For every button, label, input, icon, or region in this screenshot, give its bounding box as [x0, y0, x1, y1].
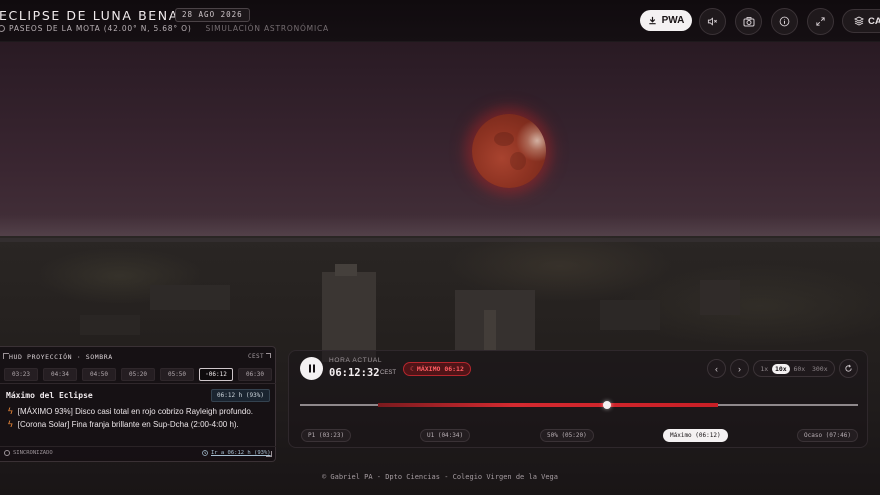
timeline-thumb[interactable]	[602, 401, 611, 409]
goto-link-text: Ir a 06:12 h (93%)	[211, 450, 271, 456]
cal-label: CAL	[868, 15, 880, 27]
camera-icon	[743, 17, 754, 27]
time-chip[interactable]: ◦06:12	[199, 368, 233, 381]
time-chip[interactable]: 04:34	[43, 368, 77, 381]
speed-option[interactable]: 300x	[809, 364, 831, 374]
phase-marker[interactable]: Máximo (06:12)	[663, 429, 728, 442]
time-chip[interactable]: 03:23	[4, 368, 38, 381]
bolt-icon: ϟ	[8, 419, 13, 429]
divider	[0, 446, 276, 447]
hud-note-text: [MÁXIMO 93%] Disco casi total en rojo co…	[17, 406, 253, 416]
mute-icon	[707, 17, 717, 26]
chevron-right-icon: ›	[738, 363, 741, 374]
time-chip[interactable]: 05:20	[121, 368, 155, 381]
moon-mare	[494, 132, 514, 146]
chevron-left-icon: ‹	[715, 363, 718, 374]
top-bar: ECLIPSE DE LUNA BENAVENTE 28 AGO 2026 PA…	[0, 0, 880, 42]
fullscreen-button[interactable]	[807, 8, 834, 35]
mute-button[interactable]	[699, 8, 726, 35]
moon-phase-icon: ☾	[410, 365, 414, 373]
location-line: PASEOS DE LA MOTA (42.00° N, 5.68° O) SI…	[0, 24, 329, 33]
hud-title: HUD PROYECCIÓN · SOMBRA	[9, 353, 113, 361]
install-pwa-button[interactable]: PWA	[640, 10, 692, 31]
clock-icon	[202, 450, 208, 456]
speed-option[interactable]: 60x	[790, 364, 808, 374]
phase-marker[interactable]: 50% (05:20)	[540, 429, 594, 442]
next-button[interactable]: ›	[730, 359, 749, 378]
hud-panel: HUD PROYECCIÓN · SOMBRA CEST	[0, 346, 276, 462]
layers-icon	[854, 16, 864, 26]
sync-icon	[4, 450, 10, 456]
section-title: Máximo del Eclipse	[6, 391, 93, 400]
pwa-label: PWA	[661, 15, 685, 26]
current-time-label: HORA ACTUAL	[329, 357, 383, 364]
phase-badge-text: MÁXIMO 06:12	[416, 365, 464, 373]
hud-note: ϟ [Corona Solar] Fina franja brillante e…	[8, 419, 239, 429]
current-time: 06:12:32	[329, 367, 380, 379]
hud-note: ϟ [MÁXIMO 93%] Disco casi total en rojo …	[8, 406, 253, 416]
phase-badge: ☾ MÁXIMO 06:12	[403, 362, 471, 376]
download-icon	[648, 16, 656, 25]
moon-mare	[510, 152, 526, 170]
reset-button[interactable]	[839, 359, 858, 378]
eclipse-range	[378, 403, 719, 407]
reset-icon	[845, 364, 852, 372]
divider	[0, 383, 276, 384]
hud-timezone: CEST	[248, 353, 265, 360]
simulation-label: SIMULACIÓN ASTRONÓMICA	[205, 24, 329, 33]
speed-option[interactable]: 1x	[757, 364, 771, 374]
info-button[interactable]	[771, 8, 798, 35]
date-badge: 28 AGO 2026	[175, 8, 250, 22]
sync-status: SINCRONIZADO	[4, 450, 53, 456]
location-text: PASEOS DE LA MOTA (42.00° N, 5.68° O)	[9, 24, 192, 33]
phase-marker[interactable]: P1 (03:23)	[301, 429, 352, 442]
eclipsed-moon	[472, 114, 546, 188]
hud-note-text: [Corona Solar] Fina franja brillante en …	[17, 419, 239, 429]
fullscreen-icon	[816, 17, 825, 26]
phase-marker[interactable]: U1 (04:34)	[420, 429, 471, 442]
timeline-slider[interactable]	[300, 401, 858, 409]
pause-button[interactable]	[300, 357, 323, 380]
current-timezone: CEST	[380, 370, 397, 376]
time-chip[interactable]: 05:50	[160, 368, 194, 381]
previous-button[interactable]: ‹	[707, 359, 726, 378]
hud-time-chips: 03:23 04:34 04:50 05:20 05:50 ◦06:12 06:30	[4, 368, 272, 381]
bolt-icon: ϟ	[8, 406, 13, 416]
sync-text: SINCRONIZADO	[13, 450, 53, 456]
pause-icon	[308, 364, 315, 373]
credits: © Gabriel PA - Dpto Ciencias - Colegio V…	[321, 473, 558, 481]
goto-time-link[interactable]: Ir a 06:12 h (93%)	[202, 450, 271, 456]
location-pin-icon	[0, 25, 5, 32]
hud-corner	[266, 353, 271, 358]
section-badge: 06:12 h (93%)	[211, 389, 270, 402]
speed-selector: 1x 10x 60x 300x	[753, 360, 835, 377]
time-chip[interactable]: 06:30	[238, 368, 272, 381]
time-chip[interactable]: 04:50	[82, 368, 116, 381]
screenshot-button[interactable]	[735, 8, 762, 35]
layers-button[interactable]: CAL	[842, 9, 880, 33]
info-icon	[779, 16, 790, 27]
phase-marker[interactable]: Ocaso (07:46)	[797, 429, 858, 442]
speed-option[interactable]: 10x	[771, 363, 790, 374]
